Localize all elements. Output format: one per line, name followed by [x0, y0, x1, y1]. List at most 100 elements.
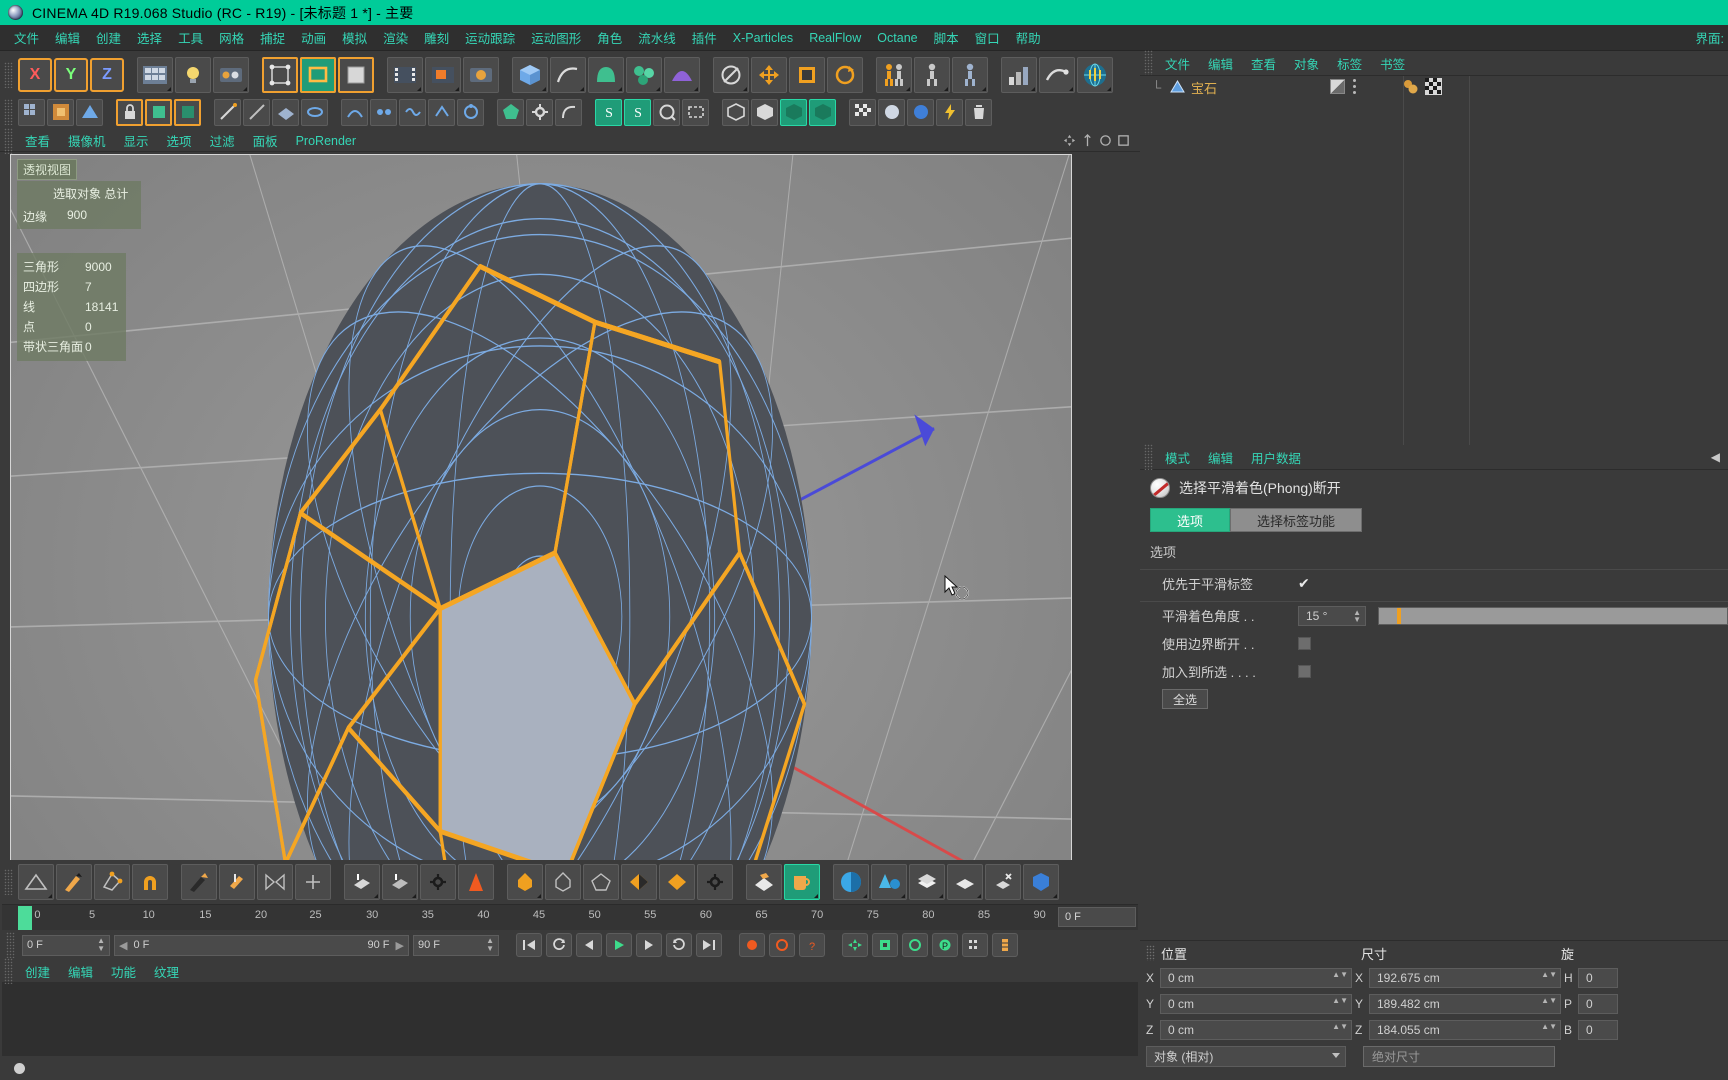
timeline-ruler[interactable]: 0 5 10 15 20 25 30 35 40 45 50 55 60 65 …: [2, 904, 1138, 930]
attrmgr-menu-0[interactable]: 模式: [1156, 446, 1199, 469]
phong-angle-input[interactable]: 15 ° ▲ ▼: [1298, 605, 1366, 626]
material-menu-3[interactable]: 纹理: [145, 960, 188, 983]
stitch-icon[interactable]: [399, 98, 426, 126]
material-menu-2[interactable]: 功能: [102, 960, 145, 983]
menu-item-9[interactable]: 渲染: [375, 25, 416, 50]
scale-tool-icon[interactable]: [789, 57, 825, 93]
dynamics-icon[interactable]: [1039, 57, 1075, 93]
knife-tool-icon[interactable]: [214, 98, 241, 126]
add-to-selection-checkbox[interactable]: [1298, 664, 1311, 678]
character2-icon[interactable]: [914, 57, 950, 93]
size-y-input[interactable]: 189.482 cm ▲▼: [1369, 994, 1561, 1014]
objmgr-menu-0[interactable]: 文件: [1156, 52, 1199, 75]
objmgr-grip-icon[interactable]: [1144, 50, 1153, 76]
tab-selection-tag-function[interactable]: 选择标签功能: [1230, 508, 1363, 532]
selection-s2-icon[interactable]: S: [624, 98, 651, 126]
loop-cut-icon[interactable]: [301, 98, 328, 126]
key-rotation-button[interactable]: [902, 933, 928, 957]
axis-y-button[interactable]: Y: [54, 58, 88, 92]
viewport-menu-6[interactable]: ProRender: [287, 132, 365, 150]
rotate-tool-icon[interactable]: [827, 57, 863, 93]
axis-x-button[interactable]: X: [18, 58, 52, 92]
attrmgr-collapse-icon[interactable]: ◀: [1711, 450, 1728, 464]
bevel-tool-icon[interactable]: [18, 864, 54, 900]
diamond-orange-icon[interactable]: [621, 864, 657, 900]
render-settings-icon[interactable]: [213, 57, 249, 93]
add-point-icon[interactable]: [295, 864, 331, 900]
edge-mode-icon[interactable]: [300, 57, 336, 93]
position-x-input[interactable]: 0 cm ▲▼: [1160, 968, 1352, 988]
end-frame-field[interactable]: 90 F ▲ ▼: [413, 934, 499, 956]
menu-item-0[interactable]: 文件: [6, 25, 47, 50]
viewport-menu-0[interactable]: 查看: [16, 129, 59, 152]
line-cut-icon[interactable]: [243, 98, 270, 126]
attrmgr-menu-2[interactable]: 用户数据: [1242, 446, 1310, 469]
delete-icon[interactable]: [965, 98, 992, 126]
menu-item-18[interactable]: Octane: [869, 28, 925, 48]
box-model-icon[interactable]: [722, 98, 749, 126]
goto-start-button[interactable]: [516, 933, 542, 957]
phong-angle-slider[interactable]: [1378, 606, 1728, 625]
menu-item-8[interactable]: 模拟: [334, 25, 375, 50]
help-key-button[interactable]: ?: [799, 933, 825, 957]
position-y-input[interactable]: 0 cm ▲▼: [1160, 994, 1352, 1014]
key-position-button[interactable]: [842, 933, 868, 957]
playbar-grip-icon[interactable]: [6, 932, 15, 958]
box-green2-icon[interactable]: [809, 98, 836, 126]
texture-axis-icon[interactable]: [47, 98, 74, 126]
viewport-menu-1[interactable]: 摄像机: [59, 129, 115, 152]
bevel-gear-icon[interactable]: [420, 864, 456, 900]
lock-axis-icon[interactable]: [116, 98, 143, 126]
toolbar-grip-icon[interactable]: [4, 62, 13, 88]
menu-item-1[interactable]: 编辑: [47, 25, 88, 50]
objmgr-menu-3[interactable]: 对象: [1285, 52, 1328, 75]
menu-item-19[interactable]: 脚本: [926, 25, 967, 50]
box-fill-icon[interactable]: [751, 98, 778, 126]
menu-item-12[interactable]: 运动图形: [523, 25, 589, 50]
menu-item-14[interactable]: 流水线: [630, 25, 684, 50]
timeline-frame-field[interactable]: 0 F: [1058, 907, 1136, 927]
brush-sculpt-icon[interactable]: [56, 864, 92, 900]
slide-icon[interactable]: [428, 98, 455, 126]
objmgr-menu-5[interactable]: 书签: [1371, 52, 1414, 75]
rotate-view-icon[interactable]: [1099, 134, 1112, 147]
select-all-button[interactable]: 全选: [1162, 689, 1209, 709]
mirror-tool-icon[interactable]: [257, 864, 293, 900]
plane-cut-icon[interactable]: [272, 98, 299, 126]
animation-render-icon[interactable]: [387, 57, 423, 93]
menu-item-21[interactable]: 帮助: [1008, 25, 1049, 50]
menu-item-6[interactable]: 捕捉: [252, 25, 293, 50]
selection-s1-icon[interactable]: S: [595, 98, 622, 126]
green-poly-icon[interactable]: [497, 98, 524, 126]
smooth-brush-icon[interactable]: [181, 864, 217, 900]
magnet-tool-icon[interactable]: [713, 57, 749, 93]
character-icon[interactable]: [876, 57, 912, 93]
objmgr-menu-1[interactable]: 编辑: [1199, 52, 1242, 75]
poly-pen-icon[interactable]: [94, 864, 130, 900]
rotation-h-input[interactable]: 0: [1578, 968, 1618, 988]
nurbs-icon[interactable]: [588, 57, 624, 93]
move-tool-icon[interactable]: [751, 57, 787, 93]
interface-label[interactable]: 界面:: [1696, 28, 1728, 47]
deformer-icon[interactable]: [664, 57, 700, 93]
viewport-menu-3[interactable]: 选项: [158, 129, 201, 152]
range-field[interactable]: ◀ 0 F 90 F ▶: [114, 934, 409, 956]
diamond-orange2-icon[interactable]: [659, 864, 695, 900]
blue-shade-icon[interactable]: [907, 98, 934, 126]
stack-white2-icon[interactable]: [947, 864, 983, 900]
attrmgr-menu-1[interactable]: 编辑: [1199, 446, 1242, 469]
gear2-icon[interactable]: [697, 864, 733, 900]
display-tag-icon[interactable]: [1330, 79, 1345, 94]
wireframe-icon[interactable]: [545, 864, 581, 900]
flat-poly-icon[interactable]: [746, 864, 782, 900]
axis-z-button[interactable]: Z: [90, 58, 124, 92]
magnet-sculpt-icon[interactable]: [132, 864, 168, 900]
lock-axis2-icon[interactable]: [145, 98, 172, 126]
viewport-menu-5[interactable]: 面板: [244, 129, 287, 152]
dots-icon[interactable]: [1353, 79, 1356, 94]
inner-extrude-icon[interactable]: [382, 864, 418, 900]
menu-item-17[interactable]: RealFlow: [801, 28, 869, 48]
maximize-view-icon[interactable]: [1117, 134, 1130, 147]
viewport-menu-2[interactable]: 显示: [115, 129, 158, 152]
viewport-grip-icon[interactable]: [4, 127, 13, 154]
